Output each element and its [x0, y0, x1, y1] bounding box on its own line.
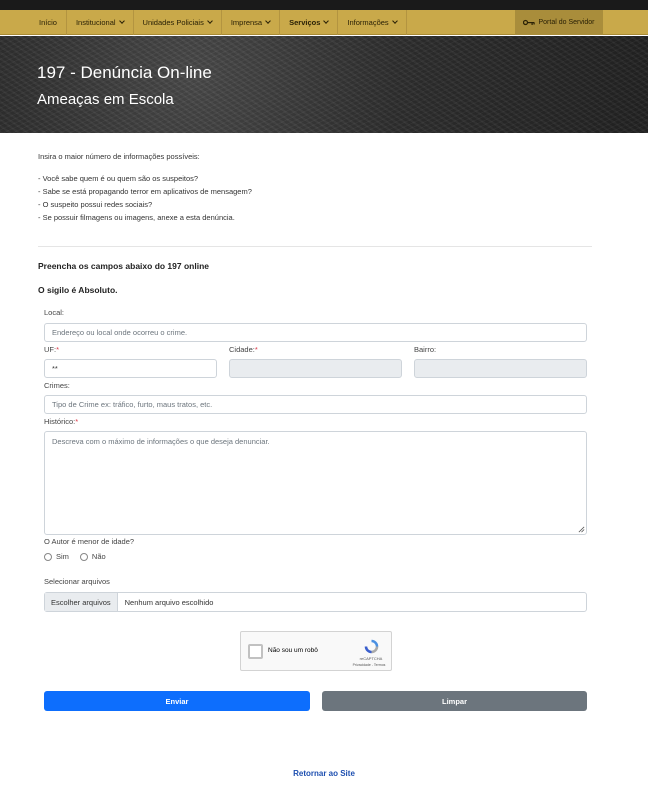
uf-label: UF:* — [44, 345, 59, 354]
uf-value: ** — [52, 364, 58, 373]
uf-label-text: UF: — [44, 345, 57, 354]
intro-bullet: - Você sabe quem é ou quem são os suspei… — [38, 174, 199, 183]
chevron-down-icon — [265, 18, 271, 24]
page-title: 197 - Denúncia On-line — [37, 63, 212, 82]
form-heading: Preencha os campos abaixo do 197 online — [38, 261, 210, 271]
sigilo-notice: O sigilo é Absoluto. — [38, 285, 118, 295]
nav-item-label: Início — [39, 18, 57, 27]
local-placeholder: Endereço ou local onde ocorreu o crime. — [52, 328, 188, 337]
recaptcha-brand: reCAPTCHA — [359, 656, 383, 661]
bairro-label: Bairro: — [414, 345, 437, 354]
required-mark: * — [56, 345, 60, 354]
intro-instructions: Insira o maior número de informações pos… — [38, 150, 598, 224]
menor-label: O Autor é menor de idade? — [44, 537, 135, 546]
back-to-site-link[interactable]: Retornar ao Site — [0, 769, 648, 778]
recaptcha-checkbox[interactable] — [248, 644, 263, 659]
nav-item-institucional[interactable]: Institucional — [67, 10, 134, 35]
portal-servidor-link[interactable]: Portal do Servidor — [515, 10, 603, 35]
submit-button[interactable]: Enviar — [44, 691, 310, 711]
crimes-input[interactable]: Tipo de Crime ex: tráfico, furto, maus t… — [44, 395, 587, 414]
nav-item-servicos[interactable]: Serviços — [280, 10, 339, 35]
portal-label: Portal do Servidor — [538, 19, 595, 26]
historico-label: Histórico:* — [44, 417, 78, 426]
cidade-select[interactable] — [229, 359, 402, 378]
page-subtitle: Ameaças em Escola — [37, 91, 174, 108]
intro-bullet: - Se possuir filmagens ou imagens, anexe… — [38, 213, 235, 222]
intro-lead: Insira o maior número de informações pos… — [38, 152, 200, 161]
bairro-select[interactable] — [414, 359, 587, 378]
historico-label-text: Histórico: — [44, 417, 76, 426]
top-strip — [0, 0, 648, 10]
radio-sim[interactable]: Sim — [44, 552, 69, 561]
required-mark: * — [254, 345, 258, 354]
radio-circle[interactable] — [44, 552, 52, 561]
local-input[interactable]: Endereço ou local onde ocorreu o crime. — [44, 323, 587, 342]
file-input[interactable]: Escolher arquivos Nenhum arquivo escolhi… — [44, 592, 587, 612]
intro-bullet: - Sabe se está propagando terror em apli… — [38, 187, 252, 196]
nav-item-label: Institucional — [75, 18, 116, 27]
radio-sim-label: Sim — [56, 552, 69, 561]
recaptcha-links[interactable]: Privacidade - Termos — [345, 663, 393, 667]
cidade-label: Cidade:* — [229, 345, 258, 354]
hero-banner: 197 - Denúncia On-line Ameaças em Escola — [0, 36, 648, 133]
resize-handle-icon[interactable] — [578, 526, 585, 533]
section-divider — [38, 246, 592, 247]
chevron-down-icon — [118, 18, 125, 24]
chevron-down-icon — [323, 18, 330, 24]
recaptcha-label: Não sou um robô — [268, 647, 318, 654]
nav-item-label: Unidades Policiais — [142, 18, 204, 27]
main-navbar: Início Institucional Unidades Policiais … — [0, 10, 648, 35]
chevron-down-icon — [207, 18, 213, 24]
menor-radio-group: Sim Não — [44, 552, 117, 561]
nav-item-informacoes[interactable]: Informações — [338, 10, 407, 35]
nav-item-imprensa[interactable]: Imprensa — [222, 10, 281, 35]
nav-item-label: Imprensa — [230, 18, 263, 27]
file-status: Nenhum arquivo escolhido — [124, 597, 214, 607]
uf-select[interactable]: ** — [44, 359, 217, 378]
local-label: Local: — [44, 308, 65, 317]
radio-nao-label: Não — [91, 552, 106, 561]
cidade-label-text: Cidade: — [229, 345, 255, 354]
radio-circle[interactable] — [79, 552, 88, 561]
chevron-down-icon — [391, 18, 398, 24]
nav-item-label: Informações — [347, 18, 389, 27]
intro-bullet: - O suspeito possui redes sociais? — [38, 200, 153, 209]
clear-button[interactable]: Limpar — [322, 691, 587, 711]
crimes-label: Crimes: — [44, 381, 70, 390]
nav-item-unidades-policiais[interactable]: Unidades Policiais — [134, 10, 222, 35]
recaptcha-widget: Não sou um robô reCAPTCHA Privacidade - … — [240, 631, 392, 671]
nav-item-inicio[interactable]: Início — [0, 10, 67, 35]
nav-item-label: Serviços — [289, 18, 321, 27]
historico-textarea[interactable]: Descreva com o máximo de informações o q… — [44, 431, 587, 535]
radio-nao[interactable]: Não — [79, 552, 106, 561]
crimes-placeholder: Tipo de Crime ex: tráfico, furto, maus t… — [52, 400, 213, 409]
arquivos-label: Selecionar arquivos — [44, 577, 110, 586]
key-icon — [523, 19, 536, 26]
recaptcha-logo-icon — [364, 639, 379, 654]
required-mark: * — [75, 417, 79, 426]
choose-files-button[interactable]: Escolher arquivos — [45, 593, 118, 611]
historico-placeholder: Descreva com o máximo de informações o q… — [52, 437, 270, 446]
